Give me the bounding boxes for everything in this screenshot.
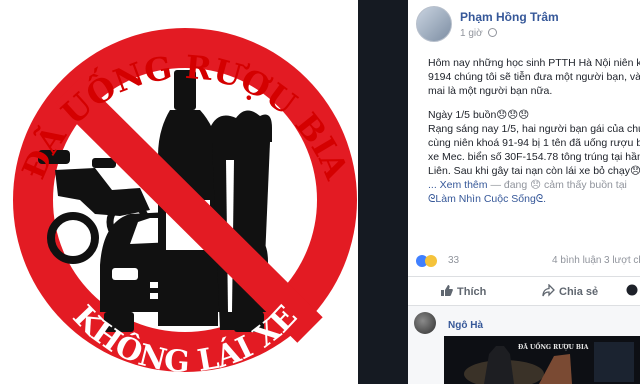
avatar-dropdown-icon — [626, 284, 638, 296]
commenter-name[interactable]: Ngô Hà — [448, 320, 483, 331]
post-line: Hôm nay những học sinh PTTH Hà Nội niên … — [428, 57, 640, 69]
sad-reaction-icon — [425, 255, 437, 267]
comment-section: Ngô Hà ĐÃ UỐNG RƯỢU BIA — [408, 306, 640, 384]
author-name[interactable]: Phạm Hồng Trâm — [460, 10, 559, 24]
author-avatar[interactable] — [416, 6, 452, 42]
post-line: cùng niên khoá 91-94 bị 1 tên đã uống rư… — [428, 137, 640, 149]
viewer-divider — [358, 0, 408, 384]
like-button[interactable]: Thích — [440, 284, 486, 298]
share-button[interactable]: Chia sẻ — [542, 283, 599, 298]
post-day-line: Ngày 1/5 buồn😞😞😞 — [428, 109, 530, 121]
commenter-avatar[interactable] — [414, 312, 436, 334]
facebook-post: Phạm Hồng Trâm 1 giờ Hôm nay những học s… — [408, 0, 640, 384]
no-drink-drive-sign: ĐÃ UỐNG RƯỢU BIA KHÔNG LÁI XE — [13, 28, 357, 380]
place-link[interactable]: ᘓLàm Nhìn Cuộc Sốngᘓ. — [428, 192, 640, 206]
reaction-summary[interactable]: 33 4 bình luận 3 lượt chia sẻ — [416, 254, 640, 270]
post-meta: 1 giờ — [460, 28, 498, 39]
comment-count[interactable]: 4 bình luận — [552, 255, 602, 266]
see-more-link[interactable]: ... Xem thêm — [428, 179, 488, 191]
reaction-icons — [416, 255, 437, 267]
like-button-label: Thích — [457, 286, 487, 298]
post-line: xe Mec. biển số 30F-154.78 tông trúng tạ… — [428, 151, 640, 163]
thumbs-up-icon — [441, 285, 453, 296]
post-body: Hôm nay những học sinh PTTH Hà Nội niên … — [428, 56, 640, 206]
post-line: Rạng sáng nay 1/5, hai người bạn gái của… — [428, 123, 640, 135]
share-button-label: Chia sẻ — [559, 286, 599, 298]
post-header: Phạm Hồng Trâm 1 giờ — [416, 6, 640, 44]
post-timestamp[interactable]: 1 giờ — [460, 28, 483, 39]
share-count[interactable]: 3 lượt chia sẻ — [604, 255, 640, 266]
post-line: mai là một người bạn nữa. — [428, 85, 553, 97]
post-photo[interactable]: ĐÃ UỐNG RƯỢU BIA KHÔNG LÁI XE — [0, 0, 358, 384]
feeling-text: — đang 😞 cảm thấy buồn tại — [490, 179, 627, 191]
post-line: Liên. Sau khi gây tai nạn còn lái xe bỏ … — [428, 165, 640, 177]
screenshot-root: ĐÃ UỐNG RƯỢU BIA KHÔNG LÁI XE Phạm Hồng … — [0, 0, 640, 384]
globe-icon — [488, 28, 498, 37]
share-arrow-icon — [542, 283, 555, 297]
comment-image-text: ĐÃ UỐNG RƯỢU BIA — [518, 344, 589, 351]
action-bar: Thích Chia sẻ — [408, 276, 640, 306]
reaction-count[interactable]: 33 — [448, 255, 459, 266]
post-line: 9194 chúng tôi sẽ tiễn đưa một người bạn… — [428, 71, 640, 83]
more-reactions-button[interactable] — [626, 284, 640, 297]
